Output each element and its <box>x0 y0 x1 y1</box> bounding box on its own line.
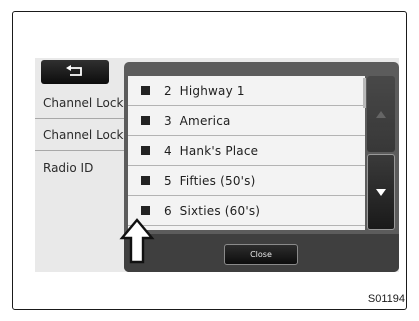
scroll-up-button[interactable] <box>367 76 395 152</box>
scroll-thumb[interactable] <box>363 78 366 108</box>
triangle-up-icon <box>376 110 386 118</box>
list-item[interactable]: 3 America <box>128 106 365 136</box>
checkbox-icon[interactable] <box>141 86 150 95</box>
checkbox-icon[interactable] <box>141 116 150 125</box>
channel-number: 3 <box>164 113 172 128</box>
channel-number: 6 <box>164 203 172 218</box>
setting-row-channel-lock-2[interactable]: Channel Lock <box>35 120 125 151</box>
back-button[interactable] <box>41 60 109 84</box>
close-button[interactable]: Close <box>224 244 298 265</box>
scroll-down-button[interactable] <box>367 154 395 230</box>
channel-name: America <box>179 113 231 128</box>
channel-number: 2 <box>164 83 172 98</box>
channel-number: 5 <box>164 173 172 188</box>
list-item[interactable]: 6 Sixties (60's) <box>128 196 365 226</box>
display-screen: Channel Lock Channel Lock Radio ID 2 Hig… <box>35 58 399 272</box>
channel-number: 4 <box>164 143 172 158</box>
channel-name: Highway 1 <box>179 83 245 98</box>
list-scrollbar[interactable] <box>363 76 395 230</box>
channel-name: Sixties (60's) <box>179 203 261 218</box>
setting-row-label: Channel Lock <box>43 96 124 110</box>
triangle-down-icon <box>376 188 386 196</box>
figure-code: S01194 <box>367 293 405 305</box>
channel-name: Hank's Place <box>179 143 259 158</box>
setting-row-radio-id[interactable]: Radio ID <box>35 152 125 183</box>
list-item[interactable]: 5 Fifties (50's) <box>128 166 365 196</box>
callout-up-arrow-icon <box>119 218 155 264</box>
channel-select-popup: 2 Highway 1 3 America 4 Hank's Place 5 F… <box>124 62 399 272</box>
return-arrow-icon <box>66 65 82 76</box>
channel-list: 2 Highway 1 3 America 4 Hank's Place 5 F… <box>128 76 365 230</box>
list-item[interactable]: 4 Hank's Place <box>128 136 365 166</box>
checkbox-icon[interactable] <box>141 176 150 185</box>
list-item[interactable]: 2 Highway 1 <box>128 76 365 106</box>
setting-row-label: Radio ID <box>43 160 94 175</box>
setting-row-label: Channel Lock <box>43 128 124 142</box>
setting-row-channel-lock-1[interactable]: Channel Lock <box>35 88 125 119</box>
checkbox-icon[interactable] <box>141 206 150 215</box>
channel-name: Fifties (50's) <box>179 173 256 188</box>
checkbox-icon[interactable] <box>141 146 150 155</box>
